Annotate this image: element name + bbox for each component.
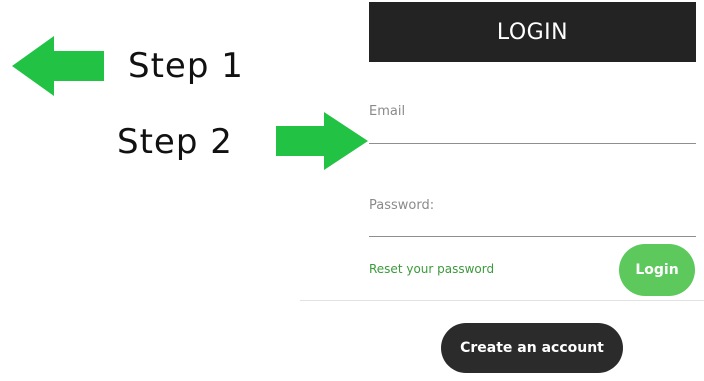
- step-1-label: Step 1: [128, 46, 244, 86]
- reset-password-link[interactable]: Reset your password: [369, 262, 494, 276]
- login-button[interactable]: Login: [619, 244, 695, 296]
- step-2-label: Step 2: [117, 122, 233, 162]
- create-account-button[interactable]: Create an account: [441, 323, 623, 373]
- email-field[interactable]: [369, 121, 696, 144]
- screen: Step 1 Step 2 LOGIN Email Password: Rese…: [0, 0, 704, 381]
- arrow-left-icon: [12, 36, 104, 96]
- password-label: Password:: [369, 198, 435, 213]
- email-label: Email: [369, 104, 406, 119]
- login-header: LOGIN: [369, 2, 696, 62]
- password-field[interactable]: [369, 214, 696, 237]
- divider: [300, 300, 704, 301]
- login-title: LOGIN: [496, 19, 569, 45]
- arrow-right-icon: [276, 112, 368, 170]
